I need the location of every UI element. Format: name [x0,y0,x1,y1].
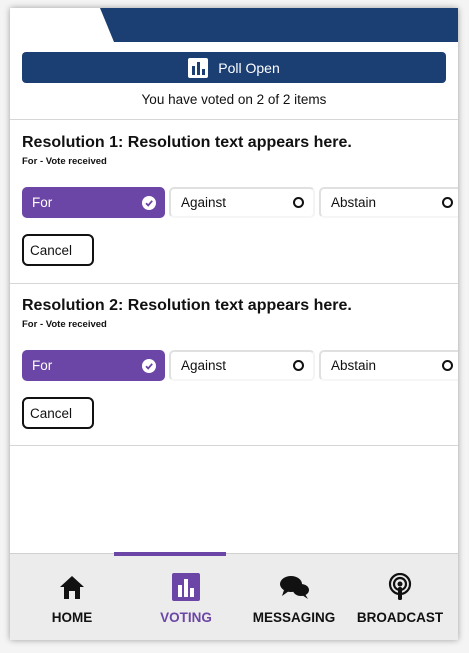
resolution-title: Resolution 2: Resolution text appears he… [22,297,352,314]
option-against[interactable]: Against [169,350,315,381]
messaging-icon [244,572,344,602]
home-icon [22,572,122,602]
option-against[interactable]: Against [169,187,315,218]
cancel-button[interactable]: Cancel [22,397,94,429]
broadcast-icon [350,572,450,602]
divider [10,119,458,120]
radio-icon [442,197,453,208]
app-frame: Poll Open You have voted on 2 of 2 items… [10,8,458,640]
poll-status-banner: Poll Open [22,52,446,83]
option-label: Against [181,195,227,210]
option-label: For [32,358,53,373]
check-icon [142,195,156,210]
radio-icon [293,197,304,208]
active-tab-indicator [114,552,226,556]
option-for[interactable]: For [22,187,165,218]
vote-status: For - Vote received [22,156,107,167]
nav-voting[interactable]: VOTING [136,572,236,625]
option-label: Abstain [331,358,377,373]
option-abstain[interactable]: Abstain [319,350,458,381]
divider [10,445,458,446]
header-band [10,8,458,42]
vote-summary: You have voted on 2 of 2 items [141,92,327,107]
nav-messaging[interactable]: MESSAGING [244,572,344,625]
resolution-title: Resolution 1: Resolution text appears he… [22,134,352,151]
poll-status-label: Poll Open [218,59,280,76]
divider [10,283,458,284]
option-label: Abstain [331,195,377,210]
check-icon [142,358,156,373]
nav-home[interactable]: HOME [22,572,122,625]
nav-label: VOTING [160,610,212,625]
nav-label: HOME [51,610,93,625]
option-label: Against [181,358,227,373]
nav-label: MESSAGING [252,610,336,625]
radio-icon [293,360,304,371]
bottom-nav: HOME VOTING MESSAGING BROADCAST [10,552,458,640]
voting-icon [136,572,236,602]
vote-status: For - Vote received [22,319,107,330]
cancel-button[interactable]: Cancel [22,234,94,266]
nav-label: BROADCAST [356,610,444,625]
option-label: For [32,195,53,210]
radio-icon [442,360,453,371]
option-abstain[interactable]: Abstain [319,187,458,218]
header-shape [100,8,458,42]
poll-chart-icon [188,57,209,78]
option-for[interactable]: For [22,350,165,381]
nav-broadcast[interactable]: BROADCAST [350,572,450,625]
